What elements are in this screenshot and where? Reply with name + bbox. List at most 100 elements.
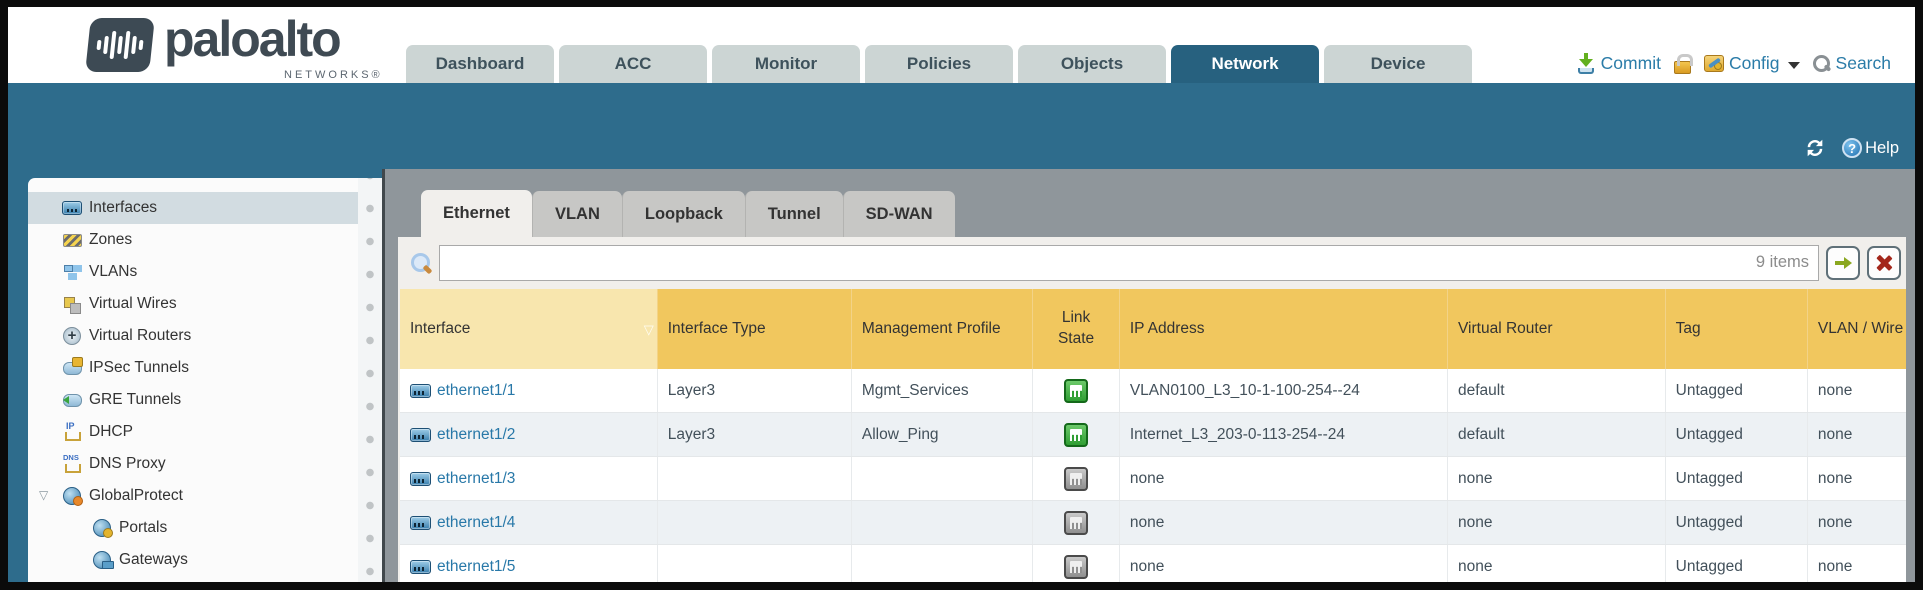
nav-tab-objects[interactable]: Objects <box>1018 45 1166 83</box>
chevron-down-icon <box>1788 62 1800 69</box>
sidebar-item-virtual-routers[interactable]: ▽ Virtual Routers <box>28 320 358 352</box>
table-header-row: Interface ▽ Interface Type ▽ Management … <box>400 289 1906 369</box>
dns-proxy-icon <box>62 455 82 473</box>
sidebar-item-portals[interactable]: ▽ Portals <box>28 512 358 544</box>
expander-icon[interactable]: ▽ <box>39 489 48 501</box>
ipsec-tunnels-icon <box>62 359 82 377</box>
cell-interface: ethernet1/2 <box>400 413 657 456</box>
config-menu-button[interactable]: Config <box>1704 53 1800 74</box>
nav-tab-monitor[interactable]: Monitor <box>712 45 860 83</box>
paloalto-logo-icon <box>85 18 155 72</box>
sidebar-item-dhcp[interactable]: ▽ DHCP <box>28 416 358 448</box>
sidebar-item-vlans[interactable]: ▽ VLANs <box>28 256 358 288</box>
cell-tag: Untagged <box>1665 545 1807 582</box>
link-state-icon[interactable] <box>1064 467 1088 491</box>
nav-tab-network[interactable]: Network <box>1171 45 1319 83</box>
column-header-link-state[interactable]: Link State ▽ <box>1032 289 1119 369</box>
table-row-ethernet1-1[interactable]: ethernet1/1 Layer3 Mgmt_Services VLAN010… <box>400 369 1906 413</box>
interface-link[interactable]: ethernet1/2 <box>437 426 515 444</box>
table-row-ethernet1-2[interactable]: ethernet1/2 Layer3 Allow_Ping Internet_L… <box>400 413 1906 457</box>
zones-icon <box>62 231 82 249</box>
nav-tab-acc[interactable]: ACC <box>559 45 707 83</box>
cell-vlan-wire: none <box>1807 369 1906 412</box>
globalprotect-icon <box>62 487 82 505</box>
main-nav-tabs: DashboardACCMonitorPoliciesObjectsNetwor… <box>406 45 1472 83</box>
cell-ip-address: none <box>1119 545 1447 582</box>
sidebar-item[interactable]: ▽ <box>28 576 358 582</box>
virtual-routers-icon <box>62 327 82 345</box>
column-header-management-profile[interactable]: Management Profile ▽ <box>851 289 1032 369</box>
search-button[interactable]: Search <box>1813 53 1891 74</box>
apply-filter-button[interactable] <box>1826 246 1860 280</box>
sidebar-item-gateways[interactable]: ▽ Gateways <box>28 544 358 576</box>
commit-icon <box>1576 53 1596 74</box>
column-header-ip-address[interactable]: IP Address ▽ <box>1119 289 1447 369</box>
cell-virtual-router: none <box>1447 545 1665 582</box>
ethernet-interface-icon <box>410 472 431 486</box>
nav-tab-policies[interactable]: Policies <box>865 45 1013 83</box>
sidebar-splitter-handle[interactable] <box>358 178 382 582</box>
items-count: 9 items <box>1756 253 1809 272</box>
sub-tab-sd-wan[interactable]: SD-WAN <box>843 191 955 238</box>
cell-interface: ethernet1/3 <box>400 457 657 500</box>
help-button[interactable]: ? Help <box>1842 138 1899 158</box>
sub-tab-tunnel[interactable]: Tunnel <box>745 191 843 238</box>
link-state-icon[interactable] <box>1064 423 1088 447</box>
sub-tab-loopback[interactable]: Loopback <box>622 191 745 238</box>
interface-link[interactable]: ethernet1/4 <box>437 514 515 532</box>
main-content: EthernetVLANLoopbackTunnelSD-WAN 9 items… <box>385 169 1915 582</box>
filter-search-icon <box>410 251 432 275</box>
column-header-vlan-wire[interactable]: VLAN / Wire ▽ <box>1807 289 1906 369</box>
brand-subtitle: NETWORKS® <box>284 69 383 81</box>
column-header-tag[interactable]: Tag ▽ <box>1665 289 1807 369</box>
portals-icon <box>92 519 112 537</box>
filter-input[interactable] <box>439 245 1819 281</box>
interface-link[interactable]: ethernet1/3 <box>437 470 515 488</box>
sidebar-item-dns-proxy[interactable]: ▽ DNS Proxy <box>28 448 358 480</box>
cell-virtual-router: none <box>1447 457 1665 500</box>
interface-type-tabs: EthernetVLANLoopbackTunnelSD-WAN <box>421 190 955 238</box>
link-state-icon[interactable] <box>1064 379 1088 403</box>
gre-tunnels-icon <box>62 391 82 409</box>
sub-tab-vlan[interactable]: VLAN <box>532 191 622 238</box>
sidebar-item-globalprotect[interactable]: ▽ GlobalProtect <box>28 480 358 512</box>
app-window: paloalto NETWORKS® DashboardACCMonitorPo… <box>8 7 1915 582</box>
interface-link[interactable]: ethernet1/5 <box>437 558 515 576</box>
cell-virtual-router: default <box>1447 369 1665 412</box>
sidebar-item-interfaces[interactable]: ▽ Interfaces <box>28 192 358 224</box>
filter-bar: 9 items <box>398 237 1906 289</box>
cell-link-state <box>1032 413 1119 456</box>
top-header: paloalto NETWORKS® DashboardACCMonitorPo… <box>8 7 1915 83</box>
cell-link-state <box>1032 501 1119 544</box>
column-header-virtual-router[interactable]: Virtual Router ▽ <box>1447 289 1665 369</box>
refresh-icon[interactable] <box>1804 137 1826 159</box>
sort-dropdown-icon[interactable]: ▽ <box>644 321 654 339</box>
nav-tab-device[interactable]: Device <box>1324 45 1472 83</box>
paloalto-logo: paloalto NETWORKS® <box>88 16 428 78</box>
network-sidebar: ▽ Interfaces ▽ Zones ▽ VLANs ▽ Virtual W… <box>28 178 358 582</box>
column-header-interface[interactable]: Interface ▽ <box>400 289 657 369</box>
clear-filter-button[interactable] <box>1867 246 1901 280</box>
sidebar-item-ipsec-tunnels[interactable]: ▽ IPSec Tunnels <box>28 352 358 384</box>
cell-ip-address: none <box>1119 501 1447 544</box>
link-state-icon[interactable] <box>1064 555 1088 579</box>
commit-button[interactable]: Commit <box>1576 53 1661 74</box>
interface-link[interactable]: ethernet1/1 <box>437 382 515 400</box>
sidebar-item-zones[interactable]: ▽ Zones <box>28 224 358 256</box>
link-state-icon[interactable] <box>1064 511 1088 535</box>
cell-management-profile <box>851 457 1032 500</box>
sidebar-item-virtual-wires[interactable]: ▽ Virtual Wires <box>28 288 358 320</box>
nav-tab-dashboard[interactable]: Dashboard <box>406 45 554 83</box>
cell-tag: Untagged <box>1665 369 1807 412</box>
table-row-ethernet1-4[interactable]: ethernet1/4 none none Untagged none <box>400 501 1906 545</box>
column-header-interface-type[interactable]: Interface Type ▽ <box>657 289 851 369</box>
table-row-ethernet1-3[interactable]: ethernet1/3 none none Untagged none <box>400 457 1906 501</box>
lock-icon[interactable] <box>1674 61 1691 74</box>
cell-interface-type: Layer3 <box>657 413 851 456</box>
cell-interface-type <box>657 545 851 582</box>
cell-ip-address: none <box>1119 457 1447 500</box>
sub-tab-ethernet[interactable]: Ethernet <box>421 190 532 238</box>
sidebar-item-gre-tunnels[interactable]: ▽ GRE Tunnels <box>28 384 358 416</box>
ethernet-interface-icon <box>410 516 431 530</box>
table-row-ethernet1-5[interactable]: ethernet1/5 none none Untagged none <box>400 545 1906 582</box>
